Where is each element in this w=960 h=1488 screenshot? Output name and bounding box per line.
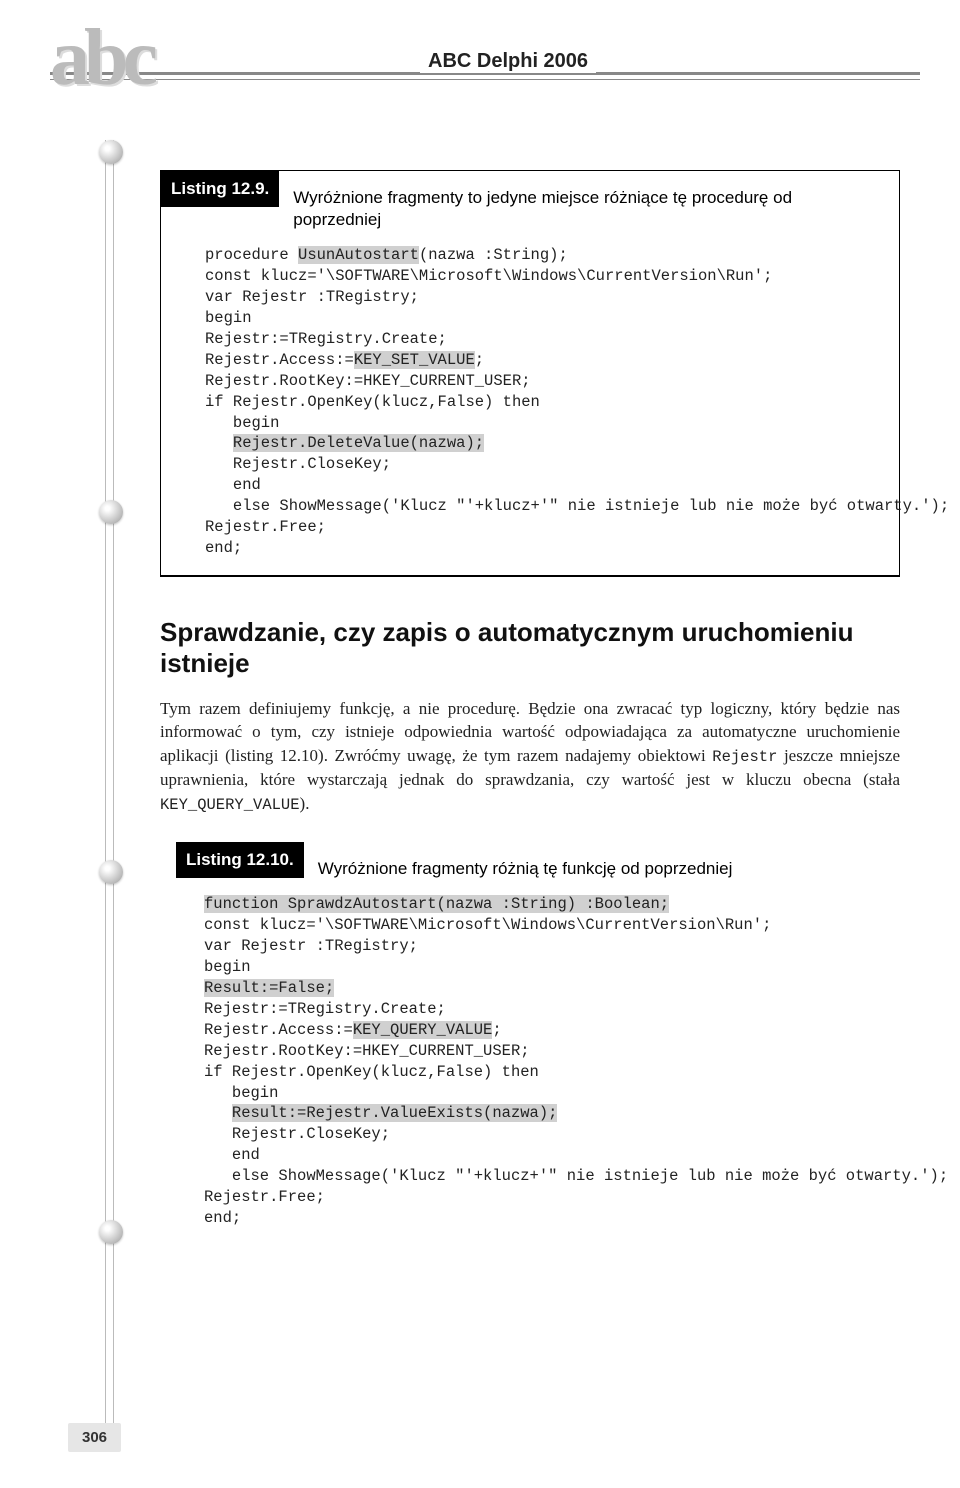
page-title: ABC Delphi 2006 <box>420 50 596 73</box>
abc-logo: abc <box>50 30 152 86</box>
code-block: function SprawdzAutostart(nazwa :String)… <box>204 894 884 1229</box>
listing-12-10: Listing 12.10. Wyróżnione fragmenty różn… <box>160 842 900 1245</box>
listing-label: Listing 12.10. <box>176 842 304 878</box>
header-rule <box>50 72 920 80</box>
section-heading: Sprawdzanie, czy zapis o automatycznym u… <box>160 617 900 679</box>
body-paragraph: Tym razem definiujemy funkcję, a nie pro… <box>160 697 900 816</box>
listing-caption: Wyróżnione fragmenty to jedyne miejsce r… <box>293 185 883 231</box>
page-number: 306 <box>68 1423 121 1452</box>
code-block: procedure UsunAutostart(nazwa :String); … <box>205 245 883 559</box>
listing-caption: Wyróżnione fragmenty różnią tę funkcję o… <box>318 856 733 880</box>
listing-12-9: Listing 12.9. Wyróżnione fragmenty to je… <box>160 170 900 577</box>
left-ornament <box>95 140 130 1448</box>
listing-label: Listing 12.9. <box>161 171 279 207</box>
main-content: Listing 12.9. Wyróżnione fragmenty to je… <box>160 170 900 1285</box>
